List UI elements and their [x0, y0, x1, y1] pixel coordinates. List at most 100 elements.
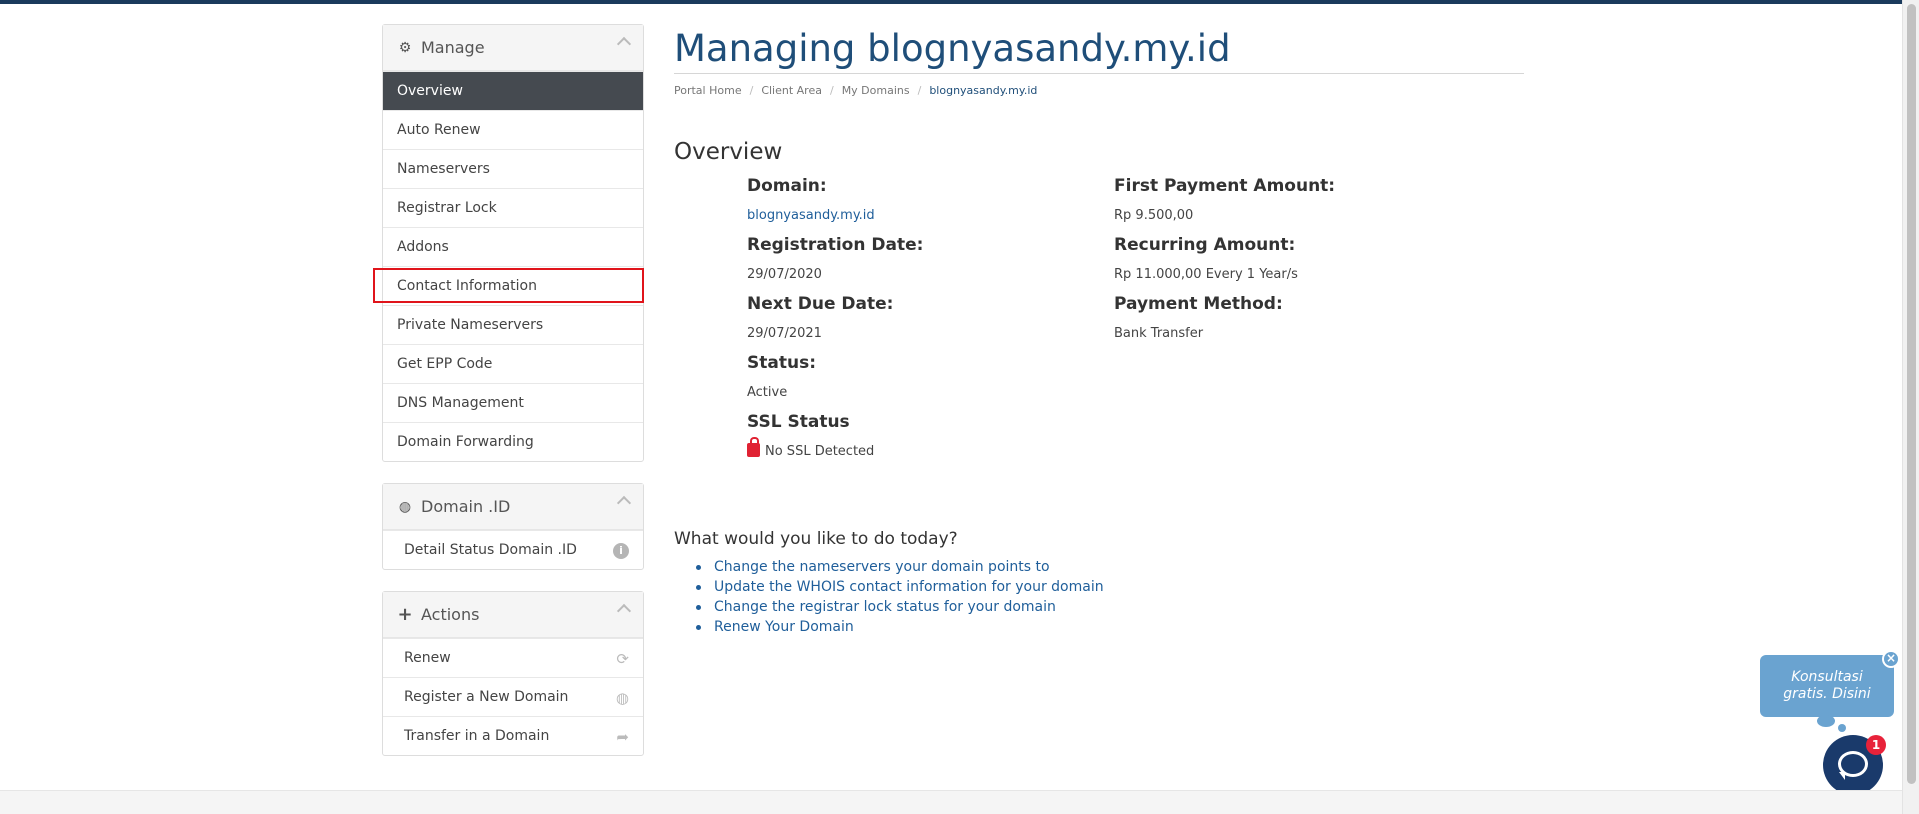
detail-next-due-date: Next Due Date: 29/07/2021	[747, 289, 923, 348]
scrollbar-thumb[interactable]	[1907, 4, 1916, 784]
actions-panel: + Actions Renew ⟳ Register a New Domain …	[382, 591, 644, 756]
chat-bubble-line1: Konsultasi	[1791, 669, 1863, 685]
breadcrumb-separator: /	[917, 84, 922, 97]
sidebar-item-label: Overview	[397, 83, 463, 99]
notification-badge: 1	[1866, 735, 1886, 755]
chat-bubble-tail-dot	[1838, 724, 1846, 732]
sidebar-item-label: Register a New Domain	[404, 689, 569, 705]
todo-list: Change the nameservers your domain point…	[696, 557, 1104, 637]
refresh-icon: ⟳	[616, 650, 629, 668]
sidebar-item-label: Registrar Lock	[397, 200, 497, 216]
ssl-value: No SSL Detected	[747, 437, 923, 466]
domain-details: Domain: blognyasandy.my.id Registration …	[674, 171, 1524, 491]
detail-registration-date: Registration Date: 29/07/2020	[747, 230, 923, 289]
breadcrumb-my-domains[interactable]: My Domains	[842, 84, 910, 97]
actions-panel-title: Actions	[421, 605, 480, 624]
status-value: Active	[747, 385, 788, 400]
sidebar-item-label: Get EPP Code	[397, 356, 493, 372]
domain-link[interactable]: blognyasandy.my.id	[747, 201, 923, 230]
sidebar-item-label: Domain Forwarding	[397, 434, 534, 450]
detail-recurring-amount: Recurring Amount: Rp 11.000,00 Every 1 Y…	[1114, 230, 1335, 289]
sidebar-item-private-nameservers[interactable]: Private Nameservers	[383, 305, 643, 344]
breadcrumb-client-area[interactable]: Client Area	[761, 84, 822, 97]
manage-panel: ⚙ Manage Overview Auto Renew Nameservers…	[382, 24, 644, 462]
sidebar-item-register-new-domain[interactable]: Register a New Domain ◍	[383, 677, 643, 716]
detail-value: Rp 11.000,00 Every 1 Year/s	[1114, 267, 1298, 282]
todo-link-nameservers[interactable]: Change the nameservers your domain point…	[696, 557, 1104, 577]
main-content: Managing blognyasandy.my.id Portal Home …	[674, 24, 1524, 635]
chat-greeting-bubble[interactable]: Konsultasi gratis. Disini	[1760, 655, 1894, 717]
scrollbar[interactable]	[1902, 0, 1919, 814]
sidebar-item-registrar-lock[interactable]: Registrar Lock	[383, 188, 643, 227]
detail-domain: Domain: blognyasandy.my.id	[747, 171, 923, 230]
domain-id-panel-header[interactable]: ◍ Domain .ID	[383, 484, 643, 530]
sidebar-item-transfer-domain[interactable]: Transfer in a Domain ➦	[383, 716, 643, 755]
sidebar-item-addons[interactable]: Addons	[383, 227, 643, 266]
manage-panel-title: Manage	[421, 38, 485, 57]
plus-icon: +	[397, 604, 413, 625]
sidebar-item-label: Transfer in a Domain	[404, 728, 550, 744]
sidebar-item-dns-management[interactable]: DNS Management	[383, 383, 643, 422]
sidebar-item-label: Auto Renew	[397, 122, 481, 138]
sidebar-item-renew[interactable]: Renew ⟳	[383, 638, 643, 677]
globe-icon: ◍	[615, 689, 629, 707]
sidebar-item-domain-forwarding[interactable]: Domain Forwarding	[383, 422, 643, 461]
sidebar-item-get-epp-code[interactable]: Get EPP Code	[383, 344, 643, 383]
share-icon: ➦	[616, 728, 629, 746]
chat-icon-tail	[1839, 772, 1845, 780]
lock-icon	[747, 437, 760, 457]
sidebar-item-nameservers[interactable]: Nameservers	[383, 149, 643, 188]
sidebar-item-label: DNS Management	[397, 395, 524, 411]
sidebar-item-label: Nameservers	[397, 161, 490, 177]
detail-label: SSL Status	[747, 412, 850, 432]
todo-title: What would you like to do today?	[674, 529, 958, 549]
section-title: Overview	[674, 139, 783, 165]
detail-value: Rp 9.500,00	[1114, 208, 1194, 223]
sidebar: ⚙ Manage Overview Auto Renew Nameservers…	[382, 24, 644, 777]
todo-link-renew[interactable]: Renew Your Domain	[696, 617, 1104, 637]
sidebar-item-label: Detail Status Domain .ID	[404, 542, 577, 558]
breadcrumb: Portal Home / Client Area / My Domains /…	[674, 84, 1524, 97]
detail-status: Status: Active	[747, 348, 923, 407]
chevron-up-icon[interactable]	[616, 495, 632, 511]
breadcrumb-current: blognyasandy.my.id	[929, 84, 1038, 97]
detail-label: Status:	[747, 353, 816, 373]
manage-panel-header[interactable]: ⚙ Manage	[383, 25, 643, 71]
detail-value: 29/07/2021	[747, 326, 822, 341]
domain-id-panel-title: Domain .ID	[421, 497, 511, 516]
page-title: Managing blognyasandy.my.id	[674, 24, 1524, 74]
sidebar-item-label: Private Nameservers	[397, 317, 544, 333]
domain-id-panel: ◍ Domain .ID Detail Status Domain .ID i	[382, 483, 644, 570]
detail-label: Registration Date:	[747, 235, 924, 255]
detail-value: Bank Transfer	[1114, 326, 1204, 341]
breadcrumb-separator: /	[749, 84, 754, 97]
todo-link-whois[interactable]: Update the WHOIS contact information for…	[696, 577, 1104, 597]
footer-strip	[0, 790, 1902, 814]
sidebar-item-label: Renew	[404, 650, 451, 666]
sidebar-item-contact-information[interactable]: Contact Information	[383, 266, 643, 305]
detail-label: Domain:	[747, 176, 827, 196]
details-right-column: First Payment Amount: Rp 9.500,00 Recurr…	[1114, 171, 1335, 348]
breadcrumb-separator: /	[829, 84, 834, 97]
sidebar-item-label: Addons	[397, 239, 449, 255]
info-icon: i	[613, 543, 629, 559]
detail-value: 29/07/2020	[747, 267, 822, 282]
actions-panel-header[interactable]: + Actions	[383, 592, 643, 638]
sidebar-item-detail-status[interactable]: Detail Status Domain .ID i	[383, 530, 643, 569]
breadcrumb-portal-home[interactable]: Portal Home	[674, 84, 742, 97]
sidebar-item-auto-renew[interactable]: Auto Renew	[383, 110, 643, 149]
detail-label: Payment Method:	[1114, 294, 1283, 314]
chevron-up-icon[interactable]	[616, 36, 632, 52]
todo-link-registrar-lock[interactable]: Change the registrar lock status for you…	[696, 597, 1104, 617]
globe-icon: ◍	[398, 498, 412, 515]
top-accent-bar	[0, 0, 1919, 4]
chat-bubble-line2: gratis. Disini	[1783, 686, 1871, 702]
detail-label: Recurring Amount:	[1114, 235, 1296, 255]
gear-icon: ⚙	[398, 39, 412, 56]
detail-label: Next Due Date:	[747, 294, 894, 314]
chevron-up-icon[interactable]	[616, 603, 632, 619]
close-icon[interactable]: ×	[1882, 650, 1900, 668]
chat-bubble-tail	[1817, 715, 1835, 727]
sidebar-item-overview[interactable]: Overview	[383, 71, 643, 110]
sidebar-item-label: Contact Information	[397, 278, 537, 294]
